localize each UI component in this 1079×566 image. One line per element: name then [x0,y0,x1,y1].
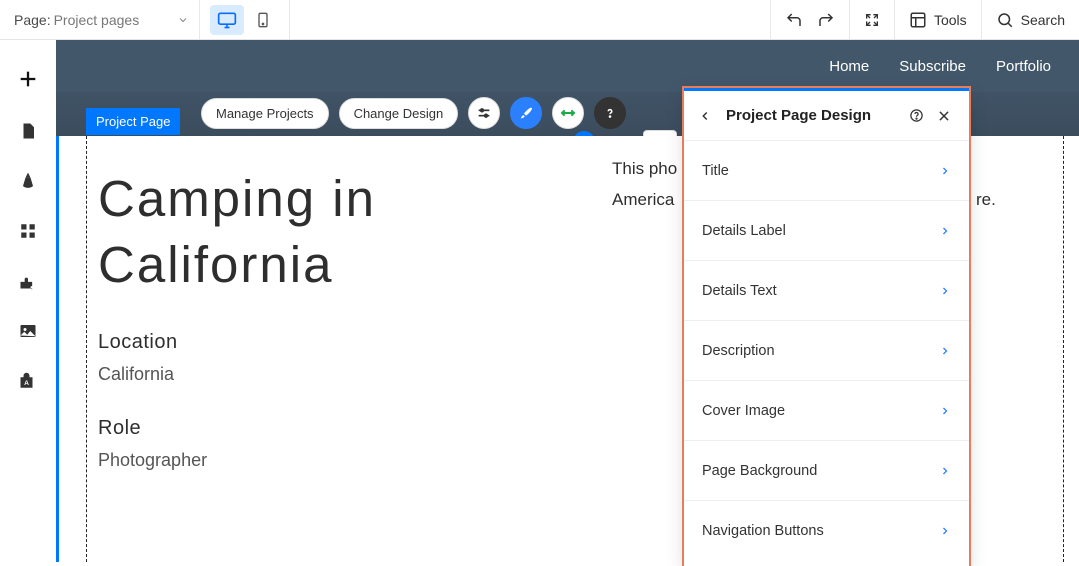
page-selector-value: Project pages [54,12,140,28]
panel-item-details-text[interactable]: Details Text [684,261,969,321]
guide-right [1063,136,1064,562]
chevron-right-icon [939,405,951,417]
desc-tail: re. [976,190,996,209]
panel-item-label: Details Label [702,223,786,239]
desc-line1: This pho [612,159,677,178]
change-design-button[interactable]: Change Design [339,98,459,129]
design-icon[interactable] [17,170,39,192]
panel-title: Project Page Design [726,107,899,124]
nav-home[interactable]: Home [829,58,869,75]
section-toolbar: Manage Projects Change Design [201,97,626,129]
chevron-right-icon [939,285,951,297]
toolbar-right: Tools Search [770,0,1079,40]
desc-line2: America [612,190,674,209]
device-switch [200,0,290,39]
media-icon[interactable] [17,320,39,342]
add-element-button[interactable] [15,66,41,92]
settings-icon-button[interactable] [468,97,500,129]
undo-redo-group [770,0,849,40]
search-icon [996,11,1014,29]
tools-group: Tools [894,0,981,40]
guide-left [86,136,87,562]
manage-projects-button[interactable]: Manage Projects [201,98,329,129]
panel-close-button[interactable] [937,109,955,123]
tools-icon [909,11,927,29]
panel-item-label: Description [702,343,775,359]
panel-item-label: Cover Image [702,403,785,419]
chevron-right-icon [939,345,951,357]
svg-text:A: A [24,380,29,387]
design-icon-button[interactable] [510,97,542,129]
selection-indicator [56,136,59,562]
panel-list: Title Details Label Details Text Descrip… [684,141,969,561]
zoom-group [849,0,894,40]
design-panel: Project Page Design Title Details Label … [684,88,969,566]
mobile-view-button[interactable] [246,5,280,35]
undo-button[interactable] [785,11,803,29]
panel-item-label: Details Text [702,283,777,299]
question-icon [909,108,924,123]
panel-item-page-background[interactable]: Page Background [684,441,969,501]
stretch-icon [560,105,576,121]
nav-subscribe[interactable]: Subscribe [899,58,966,75]
chevron-right-icon [939,225,951,237]
addons-icon[interactable] [17,270,39,292]
project-description[interactable]: This pho America [612,154,677,215]
store-icon[interactable]: A [17,370,39,392]
page-selector-label: Page: [14,12,51,28]
panel-item-label: Page Background [702,463,817,479]
chevron-right-icon [939,465,951,477]
chevron-down-icon [177,14,189,26]
chevron-right-icon [939,165,951,177]
site-header: Home Subscribe Portfolio [56,40,1079,92]
redo-button[interactable] [817,11,835,29]
panel-item-label: Title [702,163,729,179]
close-icon [937,109,951,123]
top-toolbar: Page: Project pages [0,0,1079,40]
panel-back-button[interactable] [698,109,716,123]
panel-item-details-label[interactable]: Details Label [684,201,969,261]
question-icon [603,106,617,120]
desktop-view-button[interactable] [210,5,244,35]
canvas: Home Subscribe Portfolio Project Page Ma… [56,40,1079,562]
page-selector[interactable]: Page: Project pages [0,0,200,39]
search-button[interactable]: Search [996,11,1065,29]
zoom-out-button[interactable] [864,12,880,28]
nav-portfolio[interactable]: Portfolio [996,58,1051,75]
chevron-right-icon [939,525,951,537]
chevron-left-icon [698,109,712,123]
pages-icon[interactable] [17,120,39,142]
panel-help-button[interactable] [909,108,927,123]
panel-item-cover-image[interactable]: Cover Image [684,381,969,441]
section-label[interactable]: Project Page [86,108,180,135]
tools-button[interactable]: Tools [909,11,967,29]
sliders-icon [476,105,492,121]
left-sidebar: A [0,40,56,562]
panel-item-title[interactable]: Title [684,141,969,201]
help-icon-button[interactable] [594,97,626,129]
panel-item-description[interactable]: Description [684,321,969,381]
desc-tail-block: x re. [976,154,996,215]
apps-icon[interactable] [17,220,39,242]
panel-header: Project Page Design [684,91,969,141]
stretch-icon-button[interactable] [552,97,584,129]
search-group: Search [981,0,1079,40]
panel-item-label: Navigation Buttons [702,523,824,539]
search-label: Search [1021,12,1065,28]
tools-label: Tools [934,12,967,28]
panel-item-navigation-buttons[interactable]: Navigation Buttons [684,501,969,561]
brush-icon [518,105,534,121]
